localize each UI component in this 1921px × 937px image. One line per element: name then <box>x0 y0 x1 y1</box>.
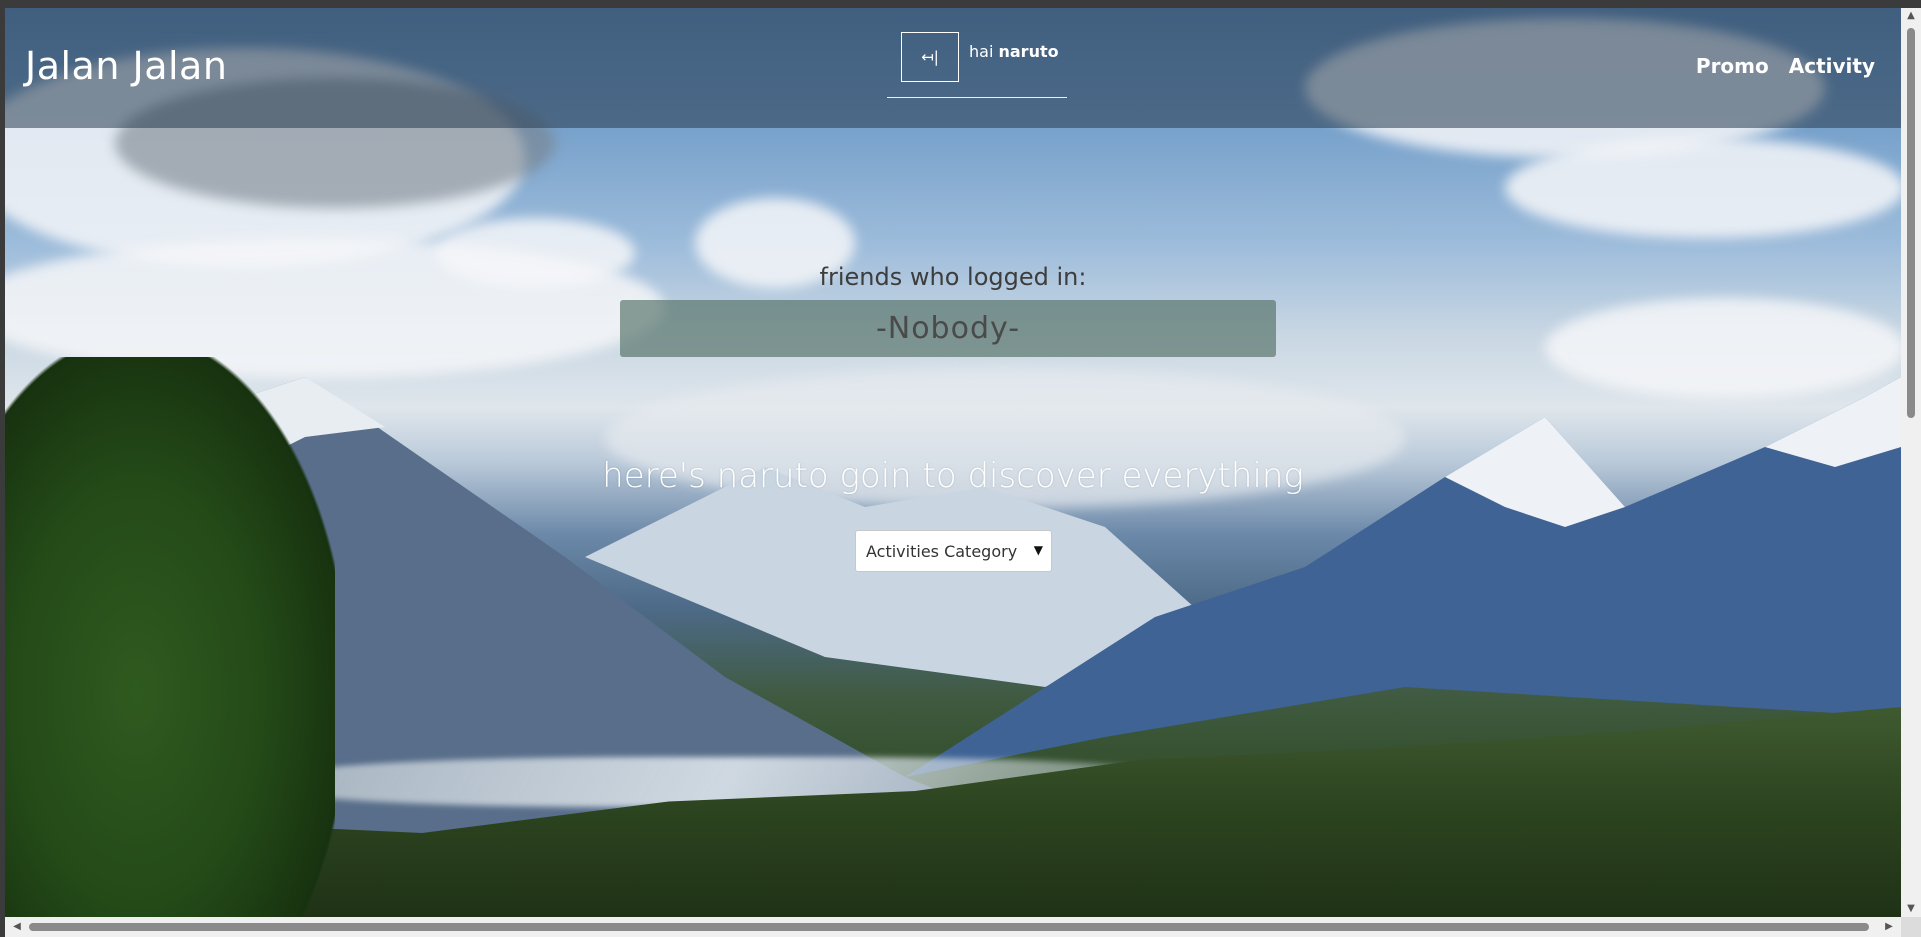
nav-link-activity[interactable]: Activity <box>1789 54 1875 78</box>
user-greeting: hai naruto <box>969 42 1059 61</box>
friends-title: friends who logged in: <box>819 263 1087 291</box>
hero-tagline: here's naruto goin to discover everythin… <box>602 456 1304 496</box>
username: naruto <box>998 42 1059 61</box>
logout-button[interactable]: ↤| <box>901 32 959 82</box>
scroll-down-icon[interactable]: ▼ <box>1901 901 1921 917</box>
scroll-left-icon[interactable]: ◀ <box>9 917 25 937</box>
scrollbar-corner <box>1901 917 1921 937</box>
brand-logo[interactable]: Jalan Jalan <box>25 44 227 88</box>
nav-links: Promo Activity <box>1696 54 1875 78</box>
page-viewport: Jalan Jalan ↤| hai naruto Promo Activity… <box>5 8 1901 917</box>
top-navbar: Jalan Jalan ↤| hai naruto Promo Activity <box>5 8 1901 128</box>
user-area: ↤| hai naruto <box>887 32 1067 98</box>
cloud <box>1505 138 1901 238</box>
friends-list-box: -Nobody- <box>620 300 1276 357</box>
horizontal-scrollbar[interactable]: ◀ ▶ <box>5 917 1901 937</box>
logout-icon: ↤| <box>921 48 939 66</box>
chevron-down-icon: ▼ <box>1033 543 1043 557</box>
horizontal-scroll-thumb[interactable] <box>29 923 1869 931</box>
friends-list-value: -Nobody- <box>875 311 1021 346</box>
activities-category-select[interactable]: Activities Category ▼ <box>855 530 1052 572</box>
category-select-value: Activities Category <box>866 541 1018 561</box>
pine-tree <box>5 357 335 917</box>
scroll-right-icon[interactable]: ▶ <box>1881 917 1897 937</box>
nav-link-promo[interactable]: Promo <box>1696 54 1769 78</box>
vertical-scrollbar[interactable]: ▲ ▼ <box>1901 8 1921 917</box>
greeting-prefix: hai <box>969 42 994 61</box>
vertical-scroll-thumb[interactable] <box>1907 28 1915 418</box>
scroll-up-icon[interactable]: ▲ <box>1901 8 1921 24</box>
